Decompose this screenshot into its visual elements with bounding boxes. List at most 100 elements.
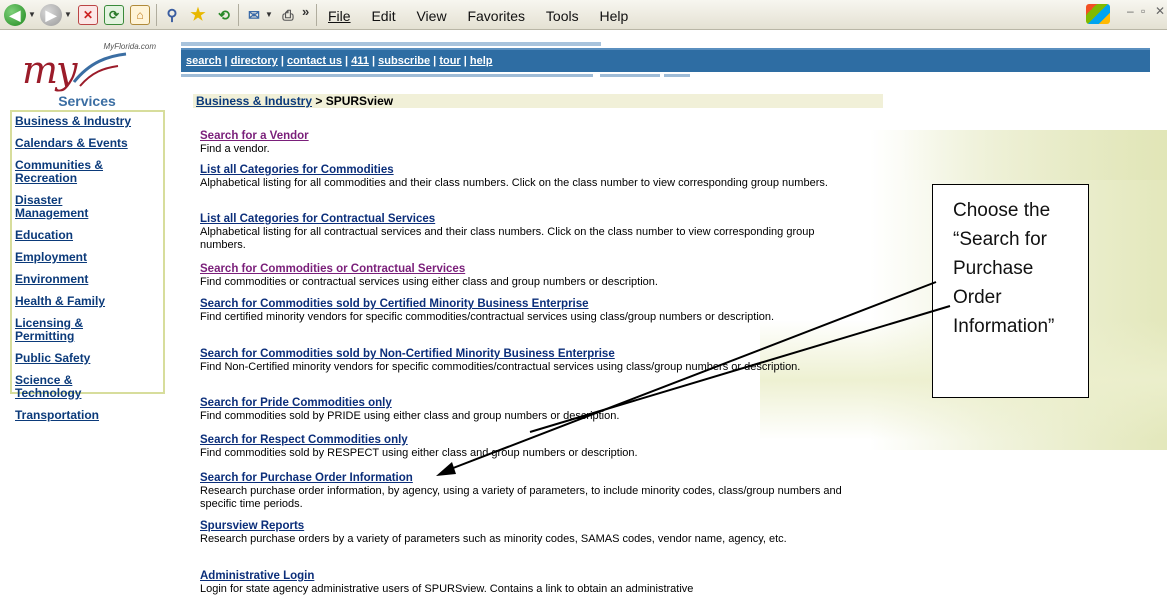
link-list-commodities[interactable]: List all Categories for Commodities — [200, 164, 860, 177]
callout-line: “Search for — [953, 229, 1047, 250]
link-pride-commodities[interactable]: Search for Pride Commodities only — [200, 397, 860, 410]
search-icon[interactable]: ⚲ — [162, 5, 182, 25]
list-item: Search for Pride Commodities only Find c… — [200, 397, 860, 423]
link-search[interactable]: search — [186, 55, 221, 67]
top-links: search | directory | contact us | 411 | … — [186, 55, 493, 67]
minimize-icon[interactable]: – — [1127, 4, 1134, 18]
callout-line: Information” — [953, 316, 1055, 337]
home-icon[interactable]: ⌂ — [130, 5, 150, 25]
breadcrumb-current: SPURSview — [325, 94, 394, 108]
link-subscribe[interactable]: subscribe — [378, 55, 430, 67]
link-non-certified-minority[interactable]: Search for Commodities sold by Non-Certi… — [200, 348, 860, 361]
toolbar-separator — [156, 4, 157, 26]
menu-help[interactable]: Help — [600, 8, 629, 24]
callout-line: Choose the — [953, 200, 1051, 221]
sidebar-item-environment[interactable]: Environment — [15, 273, 163, 286]
breadcrumb-parent-link[interactable]: Business & Industry — [196, 94, 312, 108]
toolbar-separator — [316, 4, 317, 26]
menu-favorites[interactable]: Favorites — [467, 8, 525, 24]
sidebar-item-science-technology[interactable]: Science & Technology — [15, 374, 115, 400]
link-administrative-login[interactable]: Administrative Login — [200, 570, 860, 583]
logo-site-text: MyFlorida.com — [103, 42, 156, 51]
nav-accent-bar — [664, 74, 690, 77]
link-contact-us[interactable]: contact us — [287, 55, 342, 67]
menu-tools[interactable]: Tools — [546, 8, 579, 24]
list-item: Search for Commodities or Contractual Se… — [200, 263, 860, 289]
logo-my-text: my — [22, 48, 77, 92]
services-heading: Services — [58, 93, 116, 109]
link-search-vendor[interactable]: Search for a Vendor — [200, 130, 860, 143]
print-icon[interactable]: ⎙ — [278, 5, 298, 25]
list-item: Search for Commodities sold by Non-Certi… — [200, 348, 860, 374]
services-sidebar: Business & Industry Calendars & Events C… — [10, 110, 165, 422]
link-list-contractual-services[interactable]: List all Categories for Contractual Serv… — [200, 213, 860, 226]
link-411[interactable]: 411 — [351, 55, 369, 67]
list-item: Spursview Reports Research purchase orde… — [200, 520, 860, 546]
link-certified-minority[interactable]: Search for Commodities sold by Certified… — [200, 298, 860, 311]
sidebar-item-communities-recreation[interactable]: Communities & Recreation — [15, 159, 135, 185]
list-item: Search for Respect Commodities only Find… — [200, 434, 860, 460]
stop-icon[interactable]: ✕ — [78, 5, 98, 25]
item-description: Research purchase order information, by … — [200, 485, 842, 510]
toolbar-separator — [238, 4, 239, 26]
link-search-commodities-services[interactable]: Search for Commodities or Contractual Se… — [200, 263, 860, 276]
close-icon[interactable]: ✕ — [1155, 4, 1165, 18]
item-description: Find Non-Certified minority vendors for … — [200, 361, 801, 373]
breadcrumb-separator: > — [312, 94, 326, 108]
item-description: Find a vendor. — [200, 143, 270, 155]
forward-icon[interactable]: ▶ — [40, 4, 62, 26]
list-item: Search for a Vendor Find a vendor. — [200, 130, 860, 156]
sidebar-item-business-industry[interactable]: Business & Industry — [15, 115, 163, 128]
link-directory[interactable]: directory — [231, 55, 278, 67]
favorites-star-icon[interactable]: ★ — [188, 5, 208, 25]
nav-accent-bar — [181, 74, 593, 77]
back-dropdown-icon[interactable]: ▼ — [28, 9, 36, 19]
link-respect-commodities[interactable]: Search for Respect Commodities only — [200, 434, 860, 447]
nav-accent-bar — [181, 42, 601, 46]
windows-logo-icon — [1086, 4, 1110, 24]
list-item: List all Categories for Contractual Serv… — [200, 213, 860, 252]
mail-icon[interactable]: ✉ — [244, 5, 264, 25]
sidebar-item-calendars-events[interactable]: Calendars & Events — [15, 137, 163, 150]
item-description: Find commodities sold by RESPECT using e… — [200, 447, 638, 459]
sidebar-item-transportation[interactable]: Transportation — [15, 409, 163, 422]
link-spursview-reports[interactable]: Spursview Reports — [200, 520, 860, 533]
sidebar-item-disaster-management[interactable]: Disaster Management — [15, 194, 110, 220]
history-icon[interactable]: ⟲ — [214, 5, 234, 25]
callout-line: Purchase — [953, 258, 1034, 279]
mail-dropdown-icon[interactable]: ▼ — [265, 9, 273, 19]
list-item: List all Categories for Commodities Alph… — [200, 164, 860, 190]
list-item: Search for Purchase Order Information Re… — [200, 472, 860, 511]
myflorida-logo[interactable]: MyFlorida.com my — [14, 42, 162, 94]
list-item: Search for Commodities sold by Certified… — [200, 298, 860, 324]
link-help[interactable]: help — [470, 55, 493, 67]
sidebar-item-public-safety[interactable]: Public Safety — [15, 352, 163, 365]
item-description: Login for state agency administrative us… — [200, 583, 694, 595]
link-tour[interactable]: tour — [439, 55, 460, 67]
browser-toolbar: ◀ ▼ ▶ ▼ ✕ ⟳ ⌂ ⚲ ★ ⟲ ✉ ▼ ⎙ » File Edit Vi… — [0, 0, 1167, 30]
item-description: Find certified minority vendors for spec… — [200, 311, 775, 323]
sidebar-item-health-family[interactable]: Health & Family — [15, 295, 163, 308]
annotation-callout: Choose the “Search for Purchase Order In… — [932, 184, 1089, 398]
refresh-icon[interactable]: ⟳ — [104, 5, 124, 25]
item-description: Find commodities or contractual services… — [200, 276, 658, 288]
restore-icon[interactable]: ▫ — [1141, 4, 1145, 18]
menu-view[interactable]: View — [416, 8, 446, 24]
menu-file[interactable]: File — [328, 8, 351, 24]
menu-bar: File Edit View Favorites Tools Help — [328, 8, 628, 24]
toolbar-chevron[interactable]: » — [302, 4, 309, 19]
back-icon[interactable]: ◀ — [4, 4, 26, 26]
item-description: Find commodities sold by PRIDE using eit… — [200, 410, 620, 422]
forward-dropdown-icon[interactable]: ▼ — [64, 9, 72, 19]
logo-swoosh-icon — [72, 52, 127, 87]
item-description: Alphabetical listing for all contractual… — [200, 226, 815, 251]
item-description: Alphabetical listing for all commodities… — [200, 177, 828, 189]
menu-edit[interactable]: Edit — [371, 8, 395, 24]
breadcrumb: Business & Industry > SPURSview — [193, 94, 883, 108]
sidebar-item-education[interactable]: Education — [15, 229, 163, 242]
sidebar-item-licensing-permitting[interactable]: Licensing & Permitting — [15, 317, 115, 343]
link-purchase-order-info[interactable]: Search for Purchase Order Information — [200, 472, 860, 485]
sidebar-item-employment[interactable]: Employment — [15, 251, 163, 264]
list-item: Administrative Login Login for state age… — [200, 570, 860, 595]
top-link-bar: search | directory | contact us | 411 | … — [181, 48, 1150, 72]
